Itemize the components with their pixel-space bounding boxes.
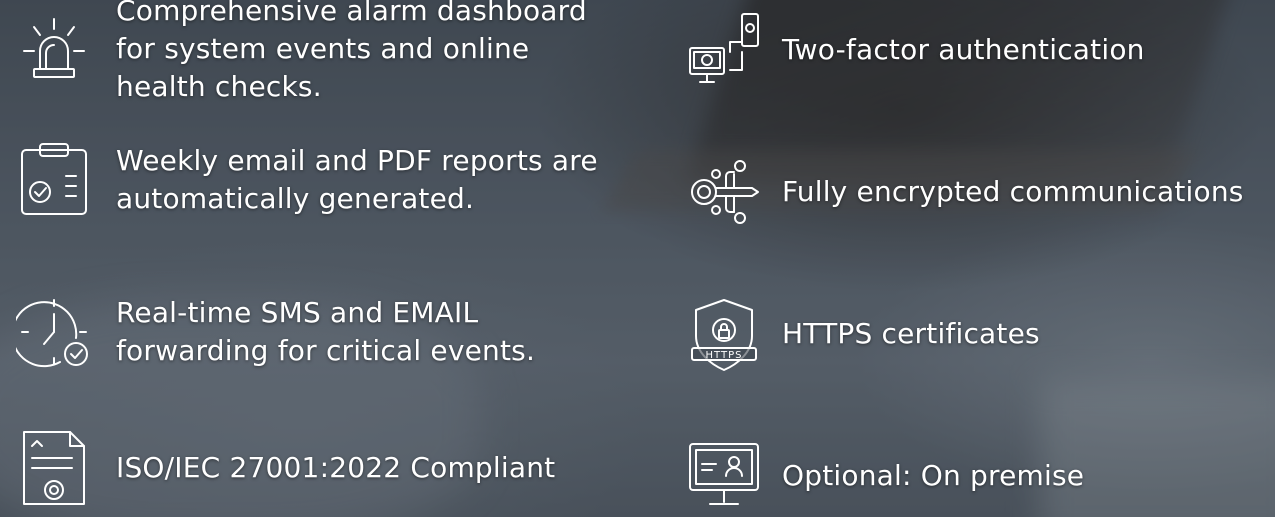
feature-encrypted-comms: Fully encrypted communications xyxy=(684,152,1244,232)
alarm-light-icon xyxy=(14,9,94,89)
feature-two-factor: Two-factor authentication xyxy=(684,10,1145,90)
monitor-user-icon xyxy=(684,436,764,516)
feature-label: Real-time SMS and EMAIL forwarding for c… xyxy=(116,296,536,367)
feature-label: Optional: On premise xyxy=(782,459,1085,492)
feature-on-premise: Optional: On premise xyxy=(684,436,1084,516)
certificate-icon xyxy=(14,428,94,508)
feature-iso-compliant: ISO/IEC 27001:2022 Compliant xyxy=(14,428,555,508)
feature-weekly-reports: Weekly email and PDF reports are automat… xyxy=(14,140,598,220)
https-shield-icon: HTTPS xyxy=(684,294,764,374)
feature-label: Weekly email and PDF reports are automat… xyxy=(116,144,598,215)
feature-label: Comprehensive alarm dashboard for system… xyxy=(116,0,587,103)
clock-check-icon xyxy=(14,292,94,372)
feature-alarm-dashboard: Comprehensive alarm dashboard for system… xyxy=(14,0,596,106)
feature-label: Fully encrypted communications xyxy=(782,175,1244,208)
feature-label: ISO/IEC 27001:2022 Compliant xyxy=(116,451,556,484)
feature-label: HTTPS certificates xyxy=(782,317,1040,350)
two-factor-devices-icon xyxy=(684,10,764,90)
feature-realtime-forwarding: Real-time SMS and EMAIL forwarding for c… xyxy=(14,292,535,372)
https-badge-text: HTTPS xyxy=(706,350,743,361)
feature-https-certificates: HTTPS HTTPS certificates xyxy=(684,294,1040,374)
feature-label: Two-factor authentication xyxy=(782,33,1145,66)
encrypted-key-icon xyxy=(684,152,764,232)
clipboard-report-icon xyxy=(14,140,94,220)
